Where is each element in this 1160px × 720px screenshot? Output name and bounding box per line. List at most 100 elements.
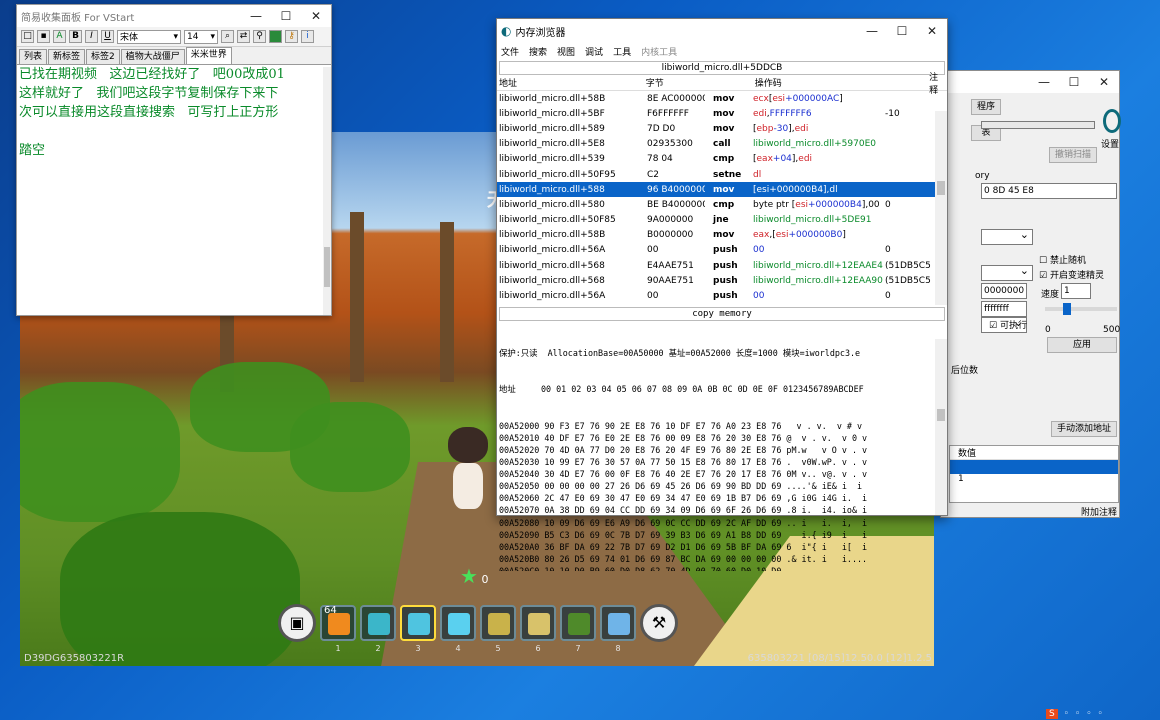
- hotbar-slot[interactable]: 6: [520, 605, 556, 653]
- col-bytes[interactable]: 字节: [646, 76, 755, 89]
- hex-view[interactable]: 保护:只读 AllocationBase=00A50000 基址=00A5200…: [497, 323, 947, 595]
- menu-item[interactable]: 内核工具: [641, 45, 677, 58]
- copy-memory-label[interactable]: copy memory: [499, 307, 945, 321]
- menu-item[interactable]: 工具: [613, 45, 631, 58]
- hex-row[interactable]: 00A52070 0A 38 DD 69 04 CC DD 69 34 09 D…: [499, 504, 947, 516]
- new-file-icon[interactable]: □: [21, 30, 34, 43]
- hex-scrollbar[interactable]: [935, 339, 947, 515]
- disasm-row[interactable]: libiworld_micro.dll+5BF F6FFFFFF mov edi,FF…: [497, 106, 947, 121]
- hex-row[interactable]: 00A52040 30 4D E7 76 00 0F E8 76 40 2E E…: [499, 468, 947, 480]
- hex-row[interactable]: 00A52000 90 F3 E7 76 90 2E E8 76 10 DF E…: [499, 420, 947, 432]
- undo-scan-button[interactable]: 撤销扫描: [1049, 147, 1097, 163]
- value-input[interactable]: 0 8D 45 E8: [981, 183, 1117, 199]
- notepad-tab[interactable]: 植物大战僵尸: [120, 49, 185, 64]
- disasm-row[interactable]: libiworld_micro.dll+568 90AAE751 push libiw…: [497, 273, 947, 288]
- hex-row[interactable]: 00A52010 40 DF E7 76 E0 2E E8 76 00 09 E…: [499, 432, 947, 444]
- disasm-row[interactable]: libiworld_micro.dll+58B 8E AC000000 mov ecx…: [497, 91, 947, 106]
- hex-row[interactable]: 00A52020 70 4D 0A 77 D0 20 E8 76 20 4F E…: [499, 444, 947, 456]
- value-type-select[interactable]: [981, 264, 1033, 281]
- col-address[interactable]: 地址: [497, 76, 646, 89]
- disasm-address-bar[interactable]: libiworld_micro.dll+5DDCB: [499, 61, 945, 75]
- disasm-row[interactable]: libiworld_micro.dll+588 96 B4000000 mov [es…: [497, 182, 947, 198]
- maximize-icon[interactable]: ☐: [887, 24, 917, 38]
- hex-row[interactable]: 00A52060 2C 47 E0 69 30 47 E0 69 34 47 E…: [499, 492, 947, 504]
- close-icon[interactable]: ✕: [301, 9, 331, 23]
- add-comment-link[interactable]: 附加注释: [1081, 505, 1117, 518]
- hotbar-slot[interactable]: 64 1: [320, 605, 356, 653]
- font-select[interactable]: 宋体 ▾: [117, 29, 181, 44]
- col-opcode[interactable]: 操作码: [755, 76, 929, 89]
- hex-row[interactable]: 00A52030 10 99 E7 76 30 57 0A 77 50 15 E…: [499, 456, 947, 468]
- disasm-list[interactable]: libiworld_micro.dll+58B 8E AC000000 mov ecx…: [497, 91, 947, 305]
- disasm-row[interactable]: libiworld_micro.dll+58B B0000000 mov eax,[e…: [497, 228, 947, 243]
- hex-row[interactable]: 00A520A0 36 BF DA 69 22 7B D7 69 D2 D1 D…: [499, 541, 947, 553]
- color-block-icon[interactable]: [269, 30, 282, 43]
- notepad-text[interactable]: 已找在期视频 这边已经找好了 吧00改成01 这样就好了 我们吧这段字节复制保存…: [17, 65, 331, 297]
- scroll-thumb[interactable]: [937, 181, 945, 195]
- hex-row[interactable]: 00A52090 B5 C3 D6 69 0C 7B D7 69 39 B3 D…: [499, 529, 947, 541]
- disasm-scrollbar[interactable]: [935, 111, 947, 305]
- disasm-row[interactable]: libiworld_micro.dll+5E8 02935300 call libiw…: [497, 137, 947, 152]
- find-icon[interactable]: ⌕: [221, 30, 234, 43]
- hex-row[interactable]: 00A520C0 10 10 D0 B9 60 D0 D8 62 70 4D 0…: [499, 565, 947, 571]
- bag-button[interactable]: ▣: [278, 604, 316, 642]
- disasm-row[interactable]: libiworld_micro.dll+589 7D D0 mov [ebp-30],…: [497, 121, 947, 136]
- scan-type-select[interactable]: [981, 228, 1033, 245]
- maximize-icon[interactable]: ☐: [271, 9, 301, 23]
- hex-row[interactable]: 00A52080 10 09 D6 69 E6 A9 D6 69 0C CC D…: [499, 517, 947, 529]
- notepad-tab[interactable]: 新标签: [48, 49, 86, 64]
- font-size-select[interactable]: 14 ▾: [184, 29, 218, 44]
- hotbar-slot[interactable]: 2: [360, 605, 396, 653]
- hex-row[interactable]: 00A520B0 80 26 D5 69 74 01 D6 69 87 BC D…: [499, 553, 947, 565]
- notepad-tab[interactable]: 标签2: [86, 49, 120, 64]
- disasm-row[interactable]: libiworld_micro.dll+568 E4AAE751 push libiw…: [497, 258, 947, 273]
- notepad-tab[interactable]: 米米世界: [185, 47, 232, 64]
- table-row-value[interactable]: 1: [950, 474, 1118, 484]
- disasm-row[interactable]: libiworld_micro.dll+50F85 9A000000 jne libi…: [497, 213, 947, 228]
- tray-icon[interactable]: ◦: [1064, 709, 1069, 719]
- info-icon[interactable]: i: [301, 30, 314, 43]
- maximize-icon[interactable]: ☐: [1059, 75, 1089, 89]
- menu-item[interactable]: 文件: [501, 45, 519, 58]
- start-address-input[interactable]: 0000000: [981, 283, 1027, 299]
- underline-icon[interactable]: U: [101, 30, 114, 43]
- key-icon[interactable]: ⚷: [285, 30, 298, 43]
- ce-titlebar[interactable]: — ☐ ✕: [941, 71, 1119, 93]
- settings-label[interactable]: 设置: [1101, 137, 1119, 150]
- hotbar-slot[interactable]: 5: [480, 605, 516, 653]
- speedhack-checkbox[interactable]: ☑ 开启变速精灵: [1039, 268, 1104, 281]
- notepad-tab[interactable]: 列表: [19, 49, 48, 64]
- hotbar-slot[interactable]: 3: [400, 605, 436, 653]
- replace-icon[interactable]: ⇄: [237, 30, 250, 43]
- tray-icon[interactable]: ◦: [1086, 709, 1091, 719]
- hotbar-slot[interactable]: 7: [560, 605, 596, 653]
- disasm-row[interactable]: libiworld_micro.dll+50F95 C2 setne dl: [497, 167, 947, 182]
- notepad-scrollbar[interactable]: [323, 67, 331, 315]
- open-process-button[interactable]: 程序: [971, 99, 1001, 115]
- hex-row[interactable]: 00A52050 00 00 00 00 27 26 D6 69 45 26 D…: [499, 480, 947, 492]
- minimize-icon[interactable]: —: [1029, 75, 1059, 89]
- disasm-row[interactable]: libiworld_micro.dll+539 78 04 cmp [eax+04],…: [497, 152, 947, 167]
- close-icon[interactable]: ✕: [917, 24, 947, 38]
- save-icon[interactable]: ▪: [37, 30, 50, 43]
- menu-item[interactable]: 搜索: [529, 45, 547, 58]
- menu-item[interactable]: 调试: [585, 45, 603, 58]
- disasm-row[interactable]: libiworld_micro.dll+580 BE B4000000 00 cmp…: [497, 197, 947, 212]
- slider-thumb[interactable]: [1063, 303, 1071, 315]
- hotbar-slot[interactable]: 8: [600, 605, 636, 653]
- speed-input[interactable]: 1: [1061, 283, 1091, 299]
- minimize-icon[interactable]: —: [241, 9, 271, 23]
- tray-icon[interactable]: ◦: [1075, 709, 1080, 719]
- close-icon[interactable]: ✕: [1089, 75, 1119, 89]
- scroll-thumb[interactable]: [937, 409, 945, 421]
- notepad-titlebar[interactable]: 简易收集面板 For VStart — ☐ ✕: [17, 5, 331, 27]
- table-row[interactable]: [950, 460, 1118, 474]
- mv-titlebar[interactable]: ◐ 内存浏览器 — ☐ ✕: [497, 19, 947, 43]
- speed-slider[interactable]: [1045, 303, 1117, 315]
- manual-add-button[interactable]: 手动添加地址: [1051, 421, 1117, 437]
- stop-address-input[interactable]: ffffffff: [981, 301, 1027, 317]
- craft-button[interactable]: ⚒: [640, 604, 678, 642]
- no-random-checkbox[interactable]: ☐ 禁止随机: [1039, 253, 1086, 266]
- executable-checkbox[interactable]: ☑ 可执行: [989, 318, 1027, 331]
- apply-button[interactable]: 应用: [1047, 337, 1117, 353]
